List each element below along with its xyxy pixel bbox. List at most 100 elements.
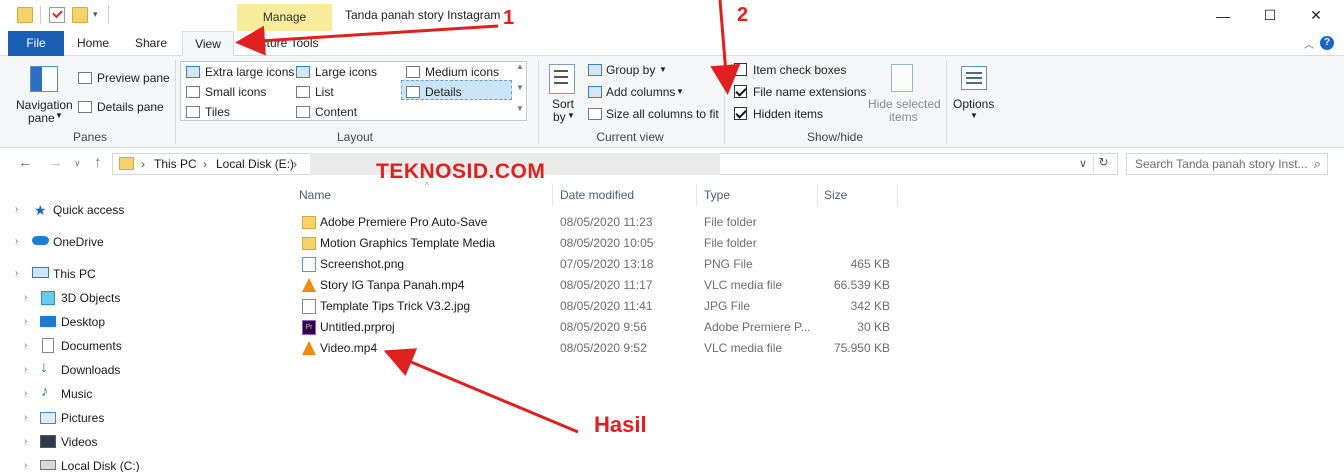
extra-large-icons-icon [186,66,200,78]
search-input[interactable]: Search Tanda panah story Inst... ⌕ [1126,153,1328,175]
layout-details[interactable]: Details [425,85,462,99]
content-icon [296,106,310,118]
sort-by-button[interactable]: Sort [552,97,574,111]
column-header-size[interactable]: Size [824,184,847,206]
layout-extra-large-icons[interactable]: Extra large icons [205,65,294,79]
forward-arrow-icon[interactable]: → [48,154,63,171]
layout-list[interactable]: List [315,85,334,99]
options-button[interactable]: Options [953,97,994,111]
expand-arrow-icon[interactable]: › [24,292,27,303]
preview-pane-button[interactable]: Preview pane [97,71,170,85]
nav-downloads[interactable]: Downloads [61,359,120,381]
expand-arrow-icon[interactable]: › [15,236,18,247]
expand-arrow-icon[interactable]: › [24,412,27,423]
details-pane-button[interactable]: Details pane [97,100,164,114]
nav-3d-objects[interactable]: 3D Objects [61,287,120,309]
column-header-name[interactable]: Name [299,184,331,206]
layout-content[interactable]: Content [315,105,357,119]
preview-pane-icon [78,72,92,84]
file-row[interactable]: Motion Graphics Template Media 08/05/2020… [296,233,896,254]
tab-share[interactable]: Share [130,31,172,56]
file-row[interactable]: Video.mp4 08/05/2020 9:52 VLC media file 75… [296,338,896,359]
tab-manage[interactable]: Manage [237,4,332,31]
hidden-items-label[interactable]: Hidden items [753,107,823,121]
breadcrumb-local-disk-e[interactable]: Local Disk (E:) [216,157,294,171]
file-row[interactable]: Story IG Tanpa Panah.mp4 08/05/2020 11:17… [296,275,896,296]
sort-by-icon[interactable] [549,64,575,94]
file-row[interactable]: Adobe Premiere Pro Auto-Save 08/05/2020 1… [296,212,896,233]
nav-local-disk-c[interactable]: Local Disk (C:) [61,455,140,472]
breadcrumb-this-pc[interactable]: This PC [154,157,197,171]
nav-quick-access[interactable]: Quick access [53,199,124,221]
file-row[interactable]: Template Tips Trick V3.2.jpg 08/05/2020 1… [296,296,896,317]
expand-gallery-icon[interactable]: ▼ [516,104,524,113]
ribbon-tabs: File Home Share View Picture Tools ︿ ? [0,31,1344,57]
expand-arrow-icon[interactable]: › [24,340,27,351]
tab-file[interactable]: File [8,31,64,56]
tab-picture-tools[interactable]: Picture Tools [250,31,320,56]
help-icon[interactable]: ? [1320,36,1334,50]
refresh-icon[interactable]: ↻ [1093,155,1113,173]
back-arrow-icon[interactable]: ← [18,154,33,171]
tab-view[interactable]: View [182,31,234,57]
new-folder-icon[interactable] [72,7,88,23]
navigation-pane-button[interactable]: Navigation [16,98,73,112]
item-check-boxes-checkbox[interactable] [734,63,747,76]
layout-large-icons[interactable]: Large icons [315,65,377,79]
folder-icon[interactable] [17,7,33,23]
collapse-ribbon-icon[interactable]: ︿ [1304,36,1314,51]
nav-this-pc[interactable]: This PC [53,263,96,285]
hide-selected-items-icon[interactable] [891,64,913,92]
recent-locations-icon[interactable]: ∨ [74,158,81,169]
expand-arrow-icon[interactable]: › [15,204,18,215]
column-divider[interactable] [696,184,697,206]
options-icon[interactable] [961,66,987,90]
medium-icons-icon [406,66,420,78]
navigation-pane-icon[interactable] [30,66,58,92]
navigation-pane-label: pane [28,111,55,125]
layout-small-icons[interactable]: Small icons [205,85,266,99]
column-divider[interactable] [817,184,818,206]
group-by-button[interactable]: Group by [606,63,655,77]
scroll-up-icon[interactable]: ▲ [516,62,524,71]
nav-desktop[interactable]: Desktop [61,311,105,333]
search-icon[interactable]: ⌕ [1314,156,1321,172]
column-divider[interactable] [552,184,553,206]
minimize-button[interactable]: — [1200,0,1246,31]
layout-medium-icons[interactable]: Medium icons [425,65,499,79]
expand-arrow-icon[interactable]: › [24,364,27,375]
hidden-items-checkbox[interactable] [734,107,747,120]
file-name-extensions-checkbox[interactable] [734,85,747,98]
column-header-type[interactable]: Type [704,184,730,206]
expand-arrow-icon[interactable]: › [24,436,27,447]
close-button[interactable]: ✕ [1293,0,1339,31]
expand-arrow-icon[interactable]: › [15,268,18,279]
add-columns-button[interactable]: Add columns [606,85,675,99]
expand-arrow-icon[interactable]: › [24,460,27,471]
maximize-button[interactable]: ☐ [1247,0,1293,31]
chevron-down-icon[interactable]: ∨ [1079,157,1087,170]
up-arrow-icon[interactable]: ↑ [94,154,102,171]
nav-music[interactable]: Music [61,383,92,405]
expand-arrow-icon[interactable]: › [24,388,27,399]
expand-arrow-icon[interactable]: › [24,316,27,327]
hide-selected-items-button[interactable]: Hide selected [868,97,941,111]
file-row[interactable]: Pr Untitled.prproj 08/05/2020 9:56 Adobe Pr… [296,317,896,338]
properties-icon[interactable] [49,7,65,23]
layout-tiles[interactable]: Tiles [205,105,230,119]
customize-quick-access-icon[interactable]: ▾ [93,9,98,20]
nav-videos[interactable]: Videos [61,431,97,453]
size-all-columns-button[interactable]: Size all columns to fit [606,107,719,121]
nav-documents[interactable]: Documents [61,335,122,357]
divider [724,60,725,144]
tab-home[interactable]: Home [72,31,114,56]
column-divider[interactable] [897,184,898,206]
scroll-down-icon[interactable]: ▼ [516,83,524,92]
file-row[interactable]: Screenshot.png 07/05/2020 13:18 PNG File 46… [296,254,896,275]
nav-onedrive[interactable]: OneDrive [53,231,104,253]
file-name-extensions-label[interactable]: File name extensions [753,85,866,99]
nav-pictures[interactable]: Pictures [61,407,104,429]
item-check-boxes-label[interactable]: Item check boxes [753,63,846,77]
file-type: VLC media file [704,278,783,292]
column-header-date[interactable]: Date modified [560,184,634,206]
